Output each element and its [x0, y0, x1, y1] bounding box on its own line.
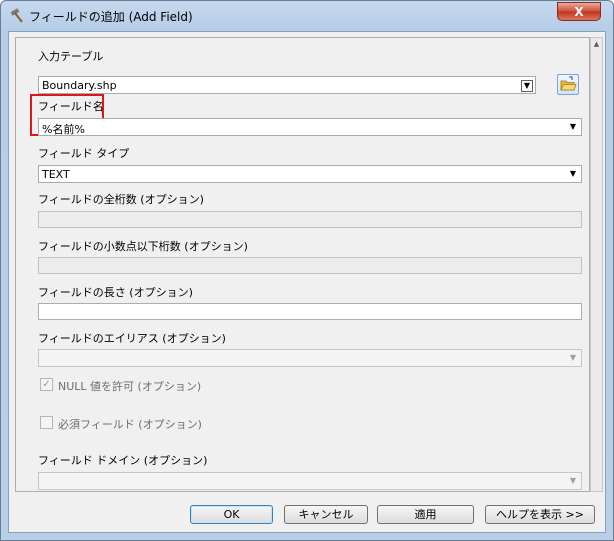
length-label: フィールドの長さ (オプション): [38, 286, 193, 299]
chevron-down-icon[interactable]: ▼: [567, 168, 579, 180]
add-field-dialog: フィールドの追加 (Add Field) X 入力テーブル Boundary.s…: [0, 0, 614, 541]
required-label: 必須フィールド (オプション): [58, 418, 202, 431]
alias-combo: ▼: [38, 349, 582, 367]
chevron-down-icon: ▼: [569, 353, 577, 362]
input-table-value: Boundary.shp: [42, 79, 117, 92]
field-name-value: %名前%: [42, 123, 85, 136]
input-table-label: 入力テーブル: [38, 50, 104, 63]
dialog-body: 入力テーブル Boundary.shp ▼ フィールド名 %名前% ▼ フィール…: [8, 31, 606, 533]
field-name-label: フィールド名: [38, 100, 104, 113]
field-type-label: フィールド タイプ: [38, 147, 130, 160]
nullable-label: NULL 値を許可 (オプション): [58, 380, 202, 393]
ok-button[interactable]: OK: [190, 505, 273, 524]
alias-label: フィールドのエイリアス (オプション): [38, 332, 226, 345]
domain-label: フィールド ドメイン (オプション): [38, 454, 208, 467]
chevron-down-icon: ▼: [569, 476, 577, 485]
vertical-scrollbar[interactable]: ▲: [590, 37, 603, 492]
cancel-button[interactable]: キャンセル: [284, 505, 368, 524]
field-type-value: TEXT: [42, 168, 70, 181]
title-bar[interactable]: フィールドの追加 (Add Field) X: [1, 1, 613, 31]
chevron-down-icon[interactable]: ▼: [567, 121, 579, 133]
scale-label: フィールドの小数点以下桁数 (オプション): [38, 240, 248, 253]
precision-label: フィールドの全桁数 (オプション): [38, 193, 204, 206]
apply-button[interactable]: 適用: [377, 505, 474, 524]
hammer-icon: [10, 8, 23, 23]
show-help-button[interactable]: ヘルプを表示 >>: [485, 505, 595, 524]
precision-field: [38, 211, 582, 228]
required-checkbox: [40, 416, 53, 429]
browse-button[interactable]: [557, 74, 579, 95]
field-type-combo[interactable]: TEXT ▼: [38, 165, 582, 183]
input-table-combo[interactable]: Boundary.shp ▼: [38, 76, 536, 94]
nullable-checkbox: ✓: [40, 378, 53, 391]
close-button[interactable]: X: [557, 2, 601, 21]
field-name-combo[interactable]: %名前% ▼: [38, 118, 582, 136]
parameters-panel: 入力テーブル Boundary.shp ▼ フィールド名 %名前% ▼ フィール…: [15, 37, 590, 492]
length-field[interactable]: [38, 303, 582, 320]
scale-field: [38, 257, 582, 274]
open-folder-icon: [560, 76, 577, 91]
chevron-down-icon[interactable]: ▼: [521, 80, 533, 92]
scroll-up-icon[interactable]: ▲: [592, 40, 601, 48]
window-title: フィールドの追加 (Add Field): [29, 10, 193, 24]
domain-combo: ▼: [38, 472, 582, 490]
